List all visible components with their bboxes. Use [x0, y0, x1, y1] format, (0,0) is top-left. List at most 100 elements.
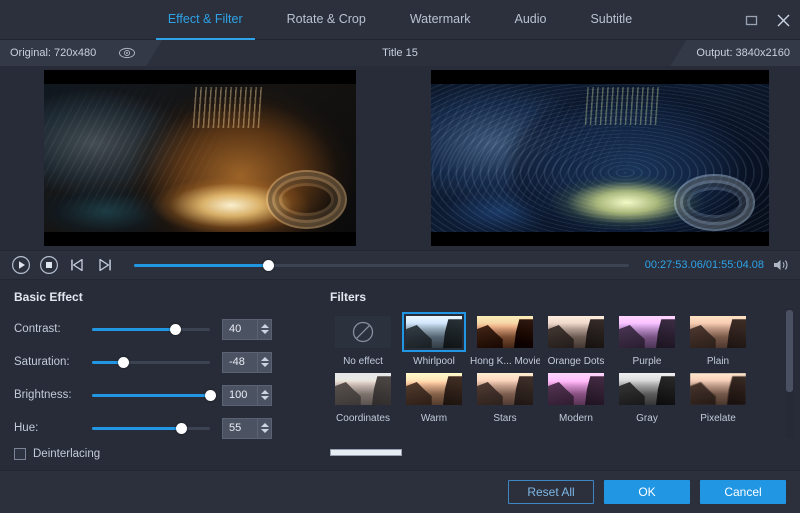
hue-stepper[interactable]: 55: [222, 418, 272, 439]
next-frame-button[interactable]: [94, 254, 116, 276]
stepper-up-icon[interactable]: [261, 357, 269, 361]
filter-thumbnail-frame: [544, 369, 608, 409]
seek-fill: [134, 264, 268, 267]
dialog-footer: Reset All OK Cancel: [0, 470, 800, 513]
basic-effect-panel: Basic Effect Contrast: 40 Saturati: [0, 280, 322, 460]
volume-icon[interactable]: [772, 258, 790, 272]
time-display: 00:27:53.06/01:55:04.08: [645, 259, 764, 271]
stepper-up-icon[interactable]: [261, 423, 269, 427]
filter-preview-image: [548, 373, 604, 405]
filter-thumbnail: [690, 373, 746, 405]
stepper-down-icon[interactable]: [261, 363, 269, 367]
filter-preview-image: [477, 373, 533, 405]
filter-label: Purple: [633, 356, 662, 367]
filter-item[interactable]: Whirlpool: [399, 312, 469, 367]
hue-value: 55: [223, 422, 257, 434]
window-controls: [742, 0, 792, 40]
stepper-down-icon[interactable]: [261, 396, 269, 400]
previous-frame-button[interactable]: [66, 254, 88, 276]
tab-subtitle[interactable]: Subtitle: [568, 0, 654, 40]
filter-thumbnail: [406, 373, 462, 405]
reset-all-button[interactable]: Reset All: [508, 480, 594, 504]
filter-thumbnail-frame: [331, 369, 395, 409]
eye-icon[interactable]: [118, 46, 136, 60]
tab-label: Subtitle: [590, 12, 632, 26]
play-button[interactable]: [10, 254, 32, 276]
scrollbar-thumb[interactable]: [786, 310, 793, 392]
original-video[interactable]: [44, 70, 356, 246]
seek-handle[interactable]: [263, 260, 274, 271]
filter-item[interactable]: Plain: [683, 312, 753, 367]
scrollbar-thumb[interactable]: [330, 449, 402, 456]
output-resolution-label: Output: 3840x2160: [670, 40, 800, 66]
effect-filter-dialog: Effect & Filter Rotate & Crop Watermark …: [0, 0, 800, 513]
tab-audio[interactable]: Audio: [492, 0, 568, 40]
contrast-slider[interactable]: [92, 320, 210, 338]
filters-horizontal-scrollbar[interactable]: [330, 449, 770, 456]
tab-watermark[interactable]: Watermark: [388, 0, 493, 40]
saturation-stepper[interactable]: -48: [222, 352, 272, 373]
ok-button[interactable]: OK: [604, 480, 690, 504]
brightness-slider[interactable]: [92, 386, 210, 404]
filter-thumbnail: [619, 373, 675, 405]
filter-item[interactable]: Hong K... Movie: [470, 312, 540, 367]
slider-fill: [92, 394, 210, 397]
cancel-button[interactable]: Cancel: [700, 480, 786, 504]
stepper-arrows: [257, 353, 271, 372]
output-video[interactable]: [431, 70, 769, 246]
filter-thumbnail: [548, 316, 604, 348]
filter-preview-image: [548, 316, 604, 348]
maximize-button[interactable]: [742, 11, 760, 29]
seek-bar[interactable]: [134, 255, 629, 275]
stepper-up-icon[interactable]: [261, 390, 269, 394]
play-icon: [11, 255, 31, 275]
close-button[interactable]: [774, 11, 792, 29]
filter-preview-image: [690, 373, 746, 405]
deinterlacing-checkbox[interactable]: [14, 448, 26, 460]
brightness-row: Brightness: 100: [14, 382, 312, 408]
brightness-value: 100: [223, 389, 257, 401]
hue-slider[interactable]: [92, 419, 210, 437]
filter-thumbnail: [335, 373, 391, 405]
filter-thumbnail-frame: [402, 369, 466, 409]
filter-label: Modern: [559, 413, 593, 424]
filters-vertical-scrollbar[interactable]: [786, 308, 793, 438]
filter-item[interactable]: Orange Dots: [541, 312, 611, 367]
stepper-down-icon[interactable]: [261, 330, 269, 334]
slider-fill: [92, 328, 175, 331]
brightness-stepper[interactable]: 100: [222, 385, 272, 406]
filter-item[interactable]: Gray: [612, 369, 682, 424]
slider-handle[interactable]: [118, 357, 129, 368]
filter-label: Warm: [421, 413, 447, 424]
filter-thumbnail-frame: [686, 369, 750, 409]
filter-item[interactable]: Pixelate: [683, 369, 753, 424]
preview-area: [0, 66, 800, 250]
basic-effect-title: Basic Effect: [14, 290, 312, 304]
tab-label: Effect & Filter: [168, 12, 243, 26]
tab-effect-filter[interactable]: Effect & Filter: [146, 0, 265, 40]
filter-label: Whirlpool: [413, 356, 455, 367]
filter-item[interactable]: No effect: [328, 312, 398, 367]
slider-handle[interactable]: [170, 324, 181, 335]
tab-rotate-crop[interactable]: Rotate & Crop: [265, 0, 388, 40]
original-resolution-label: Original: 720x480: [10, 47, 96, 59]
filter-item[interactable]: Purple: [612, 312, 682, 367]
filter-item[interactable]: Modern: [541, 369, 611, 424]
slider-handle[interactable]: [176, 423, 187, 434]
filters-grid: No effect Whirlpool Hong K... MovieOrange …: [328, 312, 770, 424]
stop-button[interactable]: [38, 254, 60, 276]
hue-label: Hue:: [14, 422, 92, 434]
slider-handle[interactable]: [205, 390, 216, 401]
stepper-down-icon[interactable]: [261, 429, 269, 433]
filter-preview-image: [690, 316, 746, 348]
stepper-up-icon[interactable]: [261, 324, 269, 328]
filter-item[interactable]: Coordinates: [328, 369, 398, 424]
filter-item[interactable]: Warm: [399, 369, 469, 424]
stepper-arrows: [257, 320, 271, 339]
deinterlacing-label: Deinterlacing: [33, 448, 100, 460]
transport-bar: 00:27:53.06/01:55:04.08: [0, 250, 800, 280]
filter-item[interactable]: Stars: [470, 369, 540, 424]
contrast-stepper[interactable]: 40: [222, 319, 272, 340]
lower-panels: Basic Effect Contrast: 40 Saturati: [0, 280, 800, 460]
saturation-slider[interactable]: [92, 353, 210, 371]
